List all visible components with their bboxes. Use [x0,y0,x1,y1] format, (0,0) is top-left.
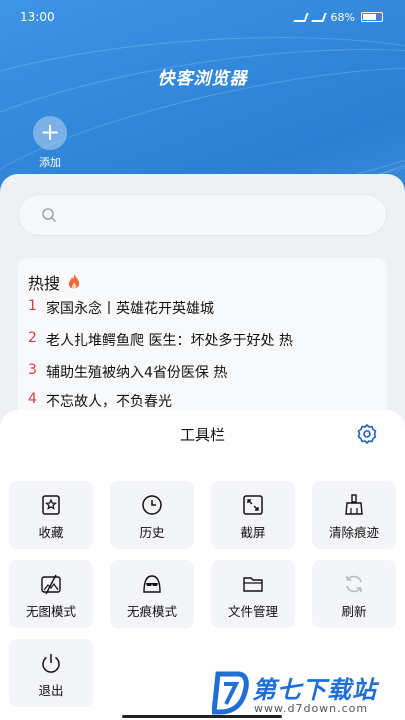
tool-file-manager-button[interactable]: 文件管理 [211,560,295,628]
folder-icon [243,577,263,592]
hot-item[interactable]: 4 不忘故人，不负春光 [28,391,172,411]
app-title: 快客浏览器 [157,69,248,89]
flame-icon [68,274,80,289]
status-bar: 13:00 68% [0,0,405,34]
gear-icon[interactable] [356,423,378,445]
incognito-icon [143,575,161,593]
tool-clear-traces-button[interactable]: 清除痕迹 [312,481,396,549]
hot-search-card: 热搜 1 家国永念丨英雄花开英雄城 2 老人扎堆鳄鱼爬 医生：坏处多于好处 热 … [18,258,387,428]
d7-logo-icon [212,671,249,715]
status-time: 13:00 [20,10,55,24]
tool-bookmark-button[interactable]: 收藏 [9,481,93,549]
battery-text: 68% [330,10,355,24]
plus-icon[interactable]: + [33,116,67,150]
hot-title-text: 热搜 [28,274,61,293]
tool-no-image-button[interactable]: 无图模式 [9,560,93,628]
hot-search-title: 热搜 [28,270,82,294]
search-icon [42,208,56,222]
signal-icon [292,12,309,22]
tool-exit-button[interactable]: 退出 [9,639,93,707]
clock-icon [142,495,162,515]
status-icons: 68% [292,10,383,24]
star-bookmark-icon [42,495,60,515]
home-indicator [122,715,282,718]
broom-icon [345,494,363,515]
hot-item[interactable]: 3 辅助生殖被纳入4省份医保 热 [28,362,227,382]
add-shortcut[interactable]: + 添加 [27,116,73,170]
screenshot-icon [243,495,263,515]
tool-screenshot-button[interactable]: 截屏 [211,481,295,549]
battery-icon [361,12,383,22]
home-panel: 热搜 1 家国永念丨英雄花开英雄城 2 老人扎堆鳄鱼爬 医生：坏处多于好处 热 … [0,174,405,434]
power-icon [42,654,60,673]
tool-history-button[interactable]: 历史 [110,481,194,549]
search-input[interactable] [18,194,387,236]
tool-refresh-button[interactable]: 刷新 [312,560,396,628]
refresh-icon [346,575,362,593]
no-image-icon [41,574,61,595]
watermark-url: www.d7down.com [254,702,369,715]
tool-incognito-button[interactable]: 无痕模式 [110,560,194,628]
hot-item[interactable]: 2 老人扎堆鳄鱼爬 医生：坏处多于好处 热 [28,330,293,350]
toolbar-title: 工具栏 [179,426,225,444]
add-label: 添加 [39,156,61,169]
wifi-icon [310,12,327,22]
hot-item[interactable]: 1 家国永念丨英雄花开英雄城 [28,298,214,318]
watermark-brand: 第七下载站 [252,676,377,704]
site-watermark: 第七下载站 www.d7down.com [212,670,402,718]
